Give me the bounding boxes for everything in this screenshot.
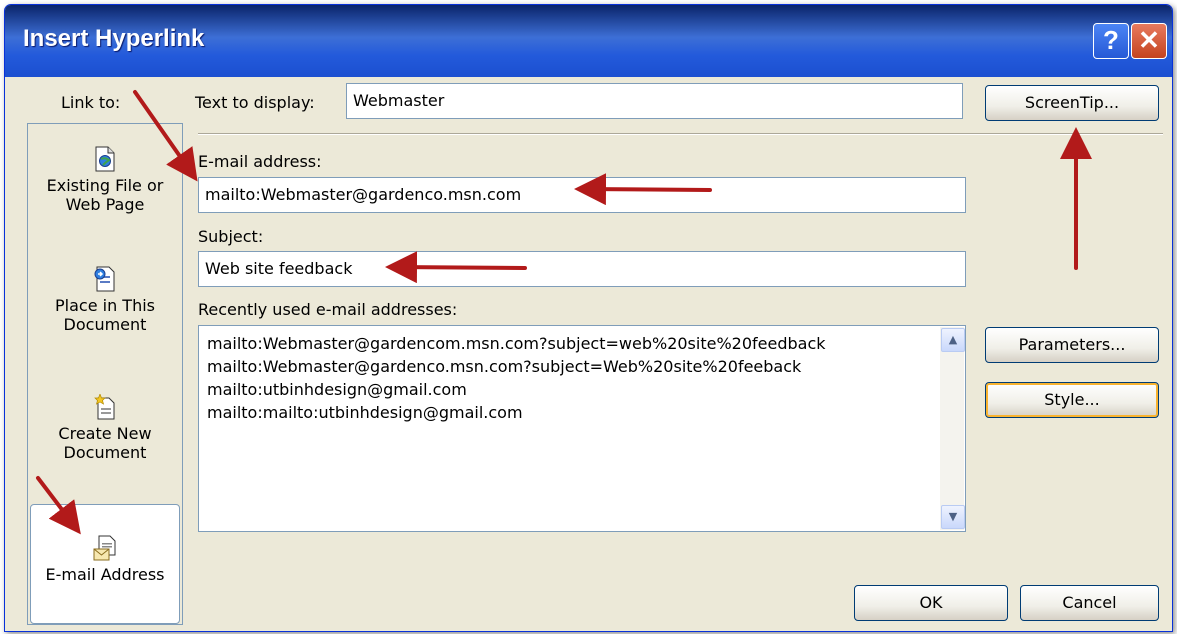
list-item[interactable]: mailto:utbinhdesign@gmail.com: [207, 380, 467, 399]
insert-hyperlink-dialog: Insert Hyperlink ? ✕ Link to: Existing F…: [4, 4, 1173, 632]
scroll-down-icon[interactable]: ▼: [941, 505, 965, 529]
separator: [198, 133, 1163, 135]
link-to-sidebar: Existing File or Web Page Place in This …: [27, 123, 183, 625]
create-new-text: Create New: [58, 424, 152, 443]
sidebar-item-create-new-document[interactable]: Create New Document: [28, 394, 182, 462]
dialog-title: Insert Hyperlink: [23, 25, 205, 52]
text-to-display-input[interactable]: Webmaster: [346, 83, 963, 119]
link-to-label: Link to:: [61, 93, 121, 112]
list-item[interactable]: mailto:Webmaster@gardenco.msn.com?subjec…: [207, 357, 801, 376]
subject-label: Subject:: [198, 227, 264, 246]
sidebar-item-place-label-2: Document: [63, 315, 147, 334]
list-item[interactable]: mailto:Webmaster@gardencom.msn.com?subje…: [207, 334, 826, 353]
subject-input[interactable]: Web site feedback: [198, 251, 966, 287]
sidebar-item-email-address[interactable]: E-mail Address: [30, 504, 180, 624]
sidebar-item-existing-file-label-1: Existing File or: [46, 176, 164, 195]
style-button[interactable]: Style...: [985, 382, 1159, 418]
list-scrollbar[interactable]: ▲ ▼: [940, 327, 965, 530]
email-address-icon: [93, 535, 116, 561]
place-in-document-icon: [94, 266, 115, 292]
email-address-label: E-mail address:: [198, 152, 322, 171]
cancel-button[interactable]: Cancel: [1020, 585, 1159, 621]
sidebar-item-create-label-1: Create New: [28, 424, 182, 443]
existing-file-icon: [95, 146, 115, 172]
recent-addresses-list[interactable]: mailto:Webmaster@gardencom.msn.com?subje…: [198, 325, 966, 532]
scroll-up-icon[interactable]: ▲: [941, 328, 965, 352]
create-new-document-icon: [94, 394, 115, 420]
sidebar-item-existing-file[interactable]: Existing File or Web Page: [28, 146, 182, 214]
close-button[interactable]: ✕: [1131, 23, 1167, 59]
recent-addresses-label: Recently used e-mail addresses:: [198, 300, 458, 319]
sidebar-item-existing-file-label-2: Web Page: [65, 195, 145, 214]
text-to-display-label: Text to display:: [195, 93, 315, 112]
help-button[interactable]: ?: [1093, 23, 1129, 59]
sidebar-item-place-label-1: Place in This: [55, 296, 155, 315]
ok-button[interactable]: OK: [854, 585, 1008, 621]
sidebar-item-email-label: E-mail Address: [45, 565, 165, 584]
parameters-button[interactable]: Parameters...: [985, 327, 1159, 363]
title-bar[interactable]: Insert Hyperlink ? ✕: [5, 5, 1172, 77]
screentip-button[interactable]: ScreenTip...: [985, 85, 1159, 121]
email-address-input[interactable]: mailto:Webmaster@gardenco.msn.com: [198, 177, 966, 213]
list-item[interactable]: mailto:mailto:utbinhdesign@gmail.com: [207, 403, 523, 422]
sidebar-item-create-label-2: Document: [63, 443, 147, 462]
sidebar-item-place-in-document[interactable]: Place in This Document: [28, 266, 182, 334]
